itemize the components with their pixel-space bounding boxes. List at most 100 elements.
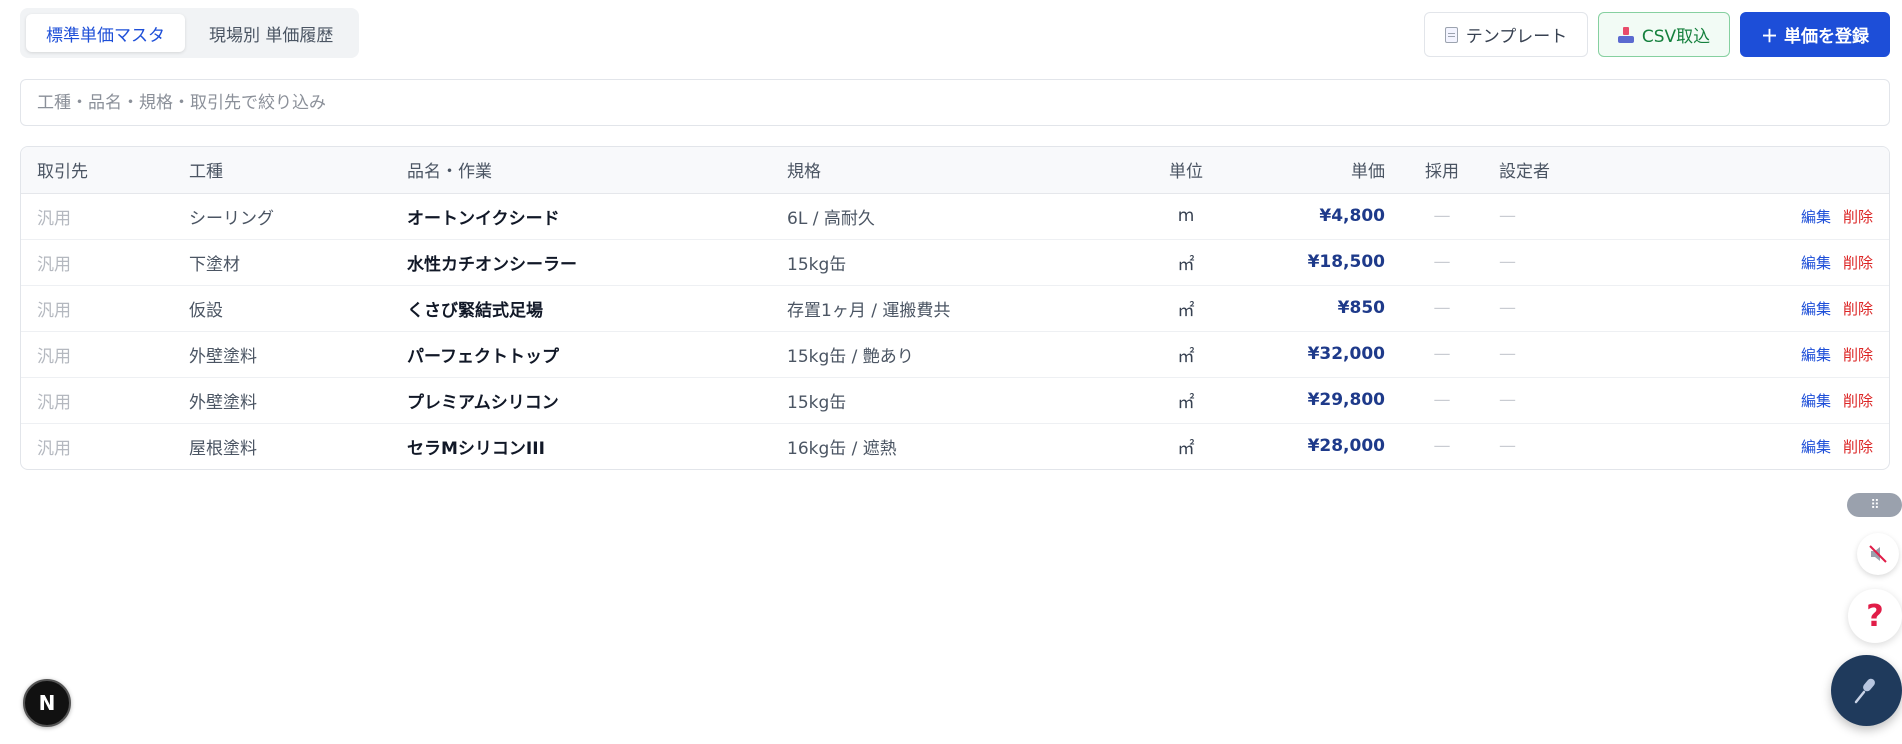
template-button[interactable]: テンプレート	[1424, 12, 1588, 57]
edit-link[interactable]: 編集	[1801, 346, 1831, 364]
cell-adopt: —	[1401, 239, 1483, 286]
cell-operations: 編集 削除	[1643, 423, 1889, 469]
cell-setter: —	[1483, 193, 1643, 240]
delete-link[interactable]: 削除	[1843, 300, 1873, 318]
mute-button[interactable]	[1857, 533, 1899, 575]
nextjs-dev-indicator[interactable]: N	[23, 679, 71, 727]
table-row: 汎用 下塗材 水性カチオンシーラー 15kg缶 ㎡ ¥18,500 — — 編集…	[21, 239, 1889, 286]
microphone-icon	[1854, 678, 1875, 703]
table-row: 汎用 屋根塗料 セラMシリコンIII 16kg缶 / 遮熱 ㎡ ¥28,000 …	[21, 423, 1889, 469]
cell-spec: 16kg缶 / 遮熱	[787, 438, 897, 459]
cell-setter: —	[1483, 377, 1643, 424]
tab-group: 標準単価マスタ 現場別 単価履歴	[20, 8, 360, 58]
cell-adopt: —	[1401, 331, 1483, 378]
cell-item: プレミアムシリコン	[391, 377, 771, 424]
cell-item: くさび緊結式足場	[391, 285, 771, 332]
cell-item: パーフェクトトップ	[391, 331, 771, 378]
cell-price: ¥29,800	[1261, 377, 1401, 424]
cell-partner: 汎用	[21, 193, 173, 240]
filter-search-input[interactable]	[21, 80, 1889, 125]
delete-link[interactable]: 削除	[1843, 208, 1873, 226]
cell-kind: 仮設	[173, 285, 391, 332]
csv-import-button-label: CSV取込	[1641, 27, 1711, 47]
cell-setter: —	[1499, 436, 1516, 457]
table-row: 汎用 外壁塗料 パーフェクトトップ 15kg缶 / 艶あり ㎡ ¥32,000 …	[21, 331, 1889, 378]
header-operations	[1643, 147, 1889, 194]
cell-spec: 15kg缶	[771, 239, 1111, 286]
register-price-button[interactable]: ＋ 単価を登録	[1740, 12, 1890, 57]
edit-link[interactable]: 編集	[1801, 254, 1831, 272]
cell-operations: 編集 削除	[1643, 285, 1889, 332]
speaker-muted-icon	[1869, 545, 1887, 563]
cell-partner: 汎用	[37, 438, 71, 459]
tab-site-price-history[interactable]: 現場別 単価履歴	[189, 14, 353, 52]
cell-adopt: —	[1401, 193, 1483, 240]
cell-item: 水性カチオンシーラー	[391, 239, 771, 286]
cell-kind: 外壁塗料	[173, 377, 391, 424]
edit-link[interactable]: 編集	[1801, 300, 1831, 318]
cell-price: ¥28,000	[1307, 436, 1385, 457]
template-button-label: テンプレート	[1465, 27, 1568, 47]
cell-unit: ㎡	[1111, 285, 1261, 332]
header-partner: 取引先	[21, 147, 173, 194]
cell-item: オートンイクシード	[391, 193, 771, 240]
cell-price: ¥4,800	[1261, 193, 1401, 240]
cell-kind: シーリング	[173, 193, 391, 240]
cell-partner: 汎用	[21, 285, 173, 332]
edit-link[interactable]: 編集	[1801, 208, 1831, 226]
toolbar: 標準単価マスタ 現場別 単価履歴 テンプレート CSV取込 ＋ 単価を登録	[20, 8, 1890, 58]
csv-import-button[interactable]: CSV取込	[1598, 12, 1730, 57]
inbox-tray-icon	[1617, 26, 1634, 43]
edit-link[interactable]: 編集	[1801, 438, 1831, 456]
help-button[interactable]: ?	[1848, 589, 1902, 643]
header-adopt: 採用	[1401, 147, 1483, 194]
cell-setter: —	[1483, 285, 1643, 332]
cell-adopt: —	[1433, 436, 1451, 457]
edit-link[interactable]: 編集	[1801, 392, 1831, 410]
cell-spec: 6L / 高耐久	[771, 193, 1111, 240]
document-icon	[1444, 26, 1458, 43]
price-table: 取引先 工種 品名・作業 規格 単位 単価 採用 設定者 汎用 シーリング オー…	[20, 146, 1890, 470]
filter-search-box	[20, 79, 1890, 126]
cell-spec: 15kg缶	[771, 377, 1111, 424]
cell-price: ¥18,500	[1261, 239, 1401, 286]
table-header-row: 取引先 工種 品名・作業 規格 単位 単価 採用 設定者	[21, 147, 1889, 194]
header-spec: 規格	[771, 147, 1111, 194]
action-buttons: テンプレート CSV取込 ＋ 単価を登録	[1424, 12, 1890, 57]
header-item: 品名・作業	[391, 147, 771, 194]
cell-partner: 汎用	[21, 239, 173, 286]
delete-link[interactable]: 削除	[1843, 438, 1873, 456]
tab-standard-price-master[interactable]: 標準単価マスタ	[26, 14, 185, 52]
cell-operations: 編集 削除	[1643, 193, 1889, 240]
cell-partner: 汎用	[21, 331, 173, 378]
cell-operations: 編集 削除	[1643, 239, 1889, 286]
header-setter: 設定者	[1483, 147, 1643, 194]
cell-adopt: —	[1401, 285, 1483, 332]
drag-handle-icon[interactable]: ⠿	[1847, 493, 1902, 517]
cell-unit: ㎡	[1111, 377, 1261, 424]
cell-unit: m	[1111, 193, 1261, 240]
cell-adopt: —	[1401, 377, 1483, 424]
cell-unit: ㎡	[1177, 438, 1195, 459]
cell-operations: 編集 削除	[1643, 377, 1889, 424]
cell-unit: ㎡	[1111, 331, 1261, 378]
voice-input-button[interactable]	[1831, 655, 1902, 726]
cell-item: セラMシリコンIII	[407, 438, 545, 459]
register-price-button-label: ＋ 単価を登録	[1761, 27, 1869, 47]
cell-setter: —	[1483, 239, 1643, 286]
cell-kind: 下塗材	[173, 239, 391, 286]
cell-spec: 15kg缶 / 艶あり	[771, 331, 1111, 378]
delete-link[interactable]: 削除	[1843, 346, 1873, 364]
cell-price: ¥850	[1261, 285, 1401, 332]
cell-partner: 汎用	[21, 377, 173, 424]
cell-spec: 存置1ヶ月 / 運搬費共	[771, 285, 1111, 332]
table-row: 汎用 シーリング オートンイクシード 6L / 高耐久 m ¥4,800 — —…	[21, 193, 1889, 240]
header-kind: 工種	[173, 147, 391, 194]
header-unit: 単位	[1111, 147, 1261, 194]
delete-link[interactable]: 削除	[1843, 254, 1873, 272]
delete-link[interactable]: 削除	[1843, 392, 1873, 410]
cell-kind: 屋根塗料	[189, 438, 257, 459]
cell-kind: 外壁塗料	[173, 331, 391, 378]
table-row: 汎用 外壁塗料 プレミアムシリコン 15kg缶 ㎡ ¥29,800 — — 編集…	[21, 377, 1889, 424]
table-row: 汎用 仮設 くさび緊結式足場 存置1ヶ月 / 運搬費共 ㎡ ¥850 — — 編…	[21, 285, 1889, 332]
